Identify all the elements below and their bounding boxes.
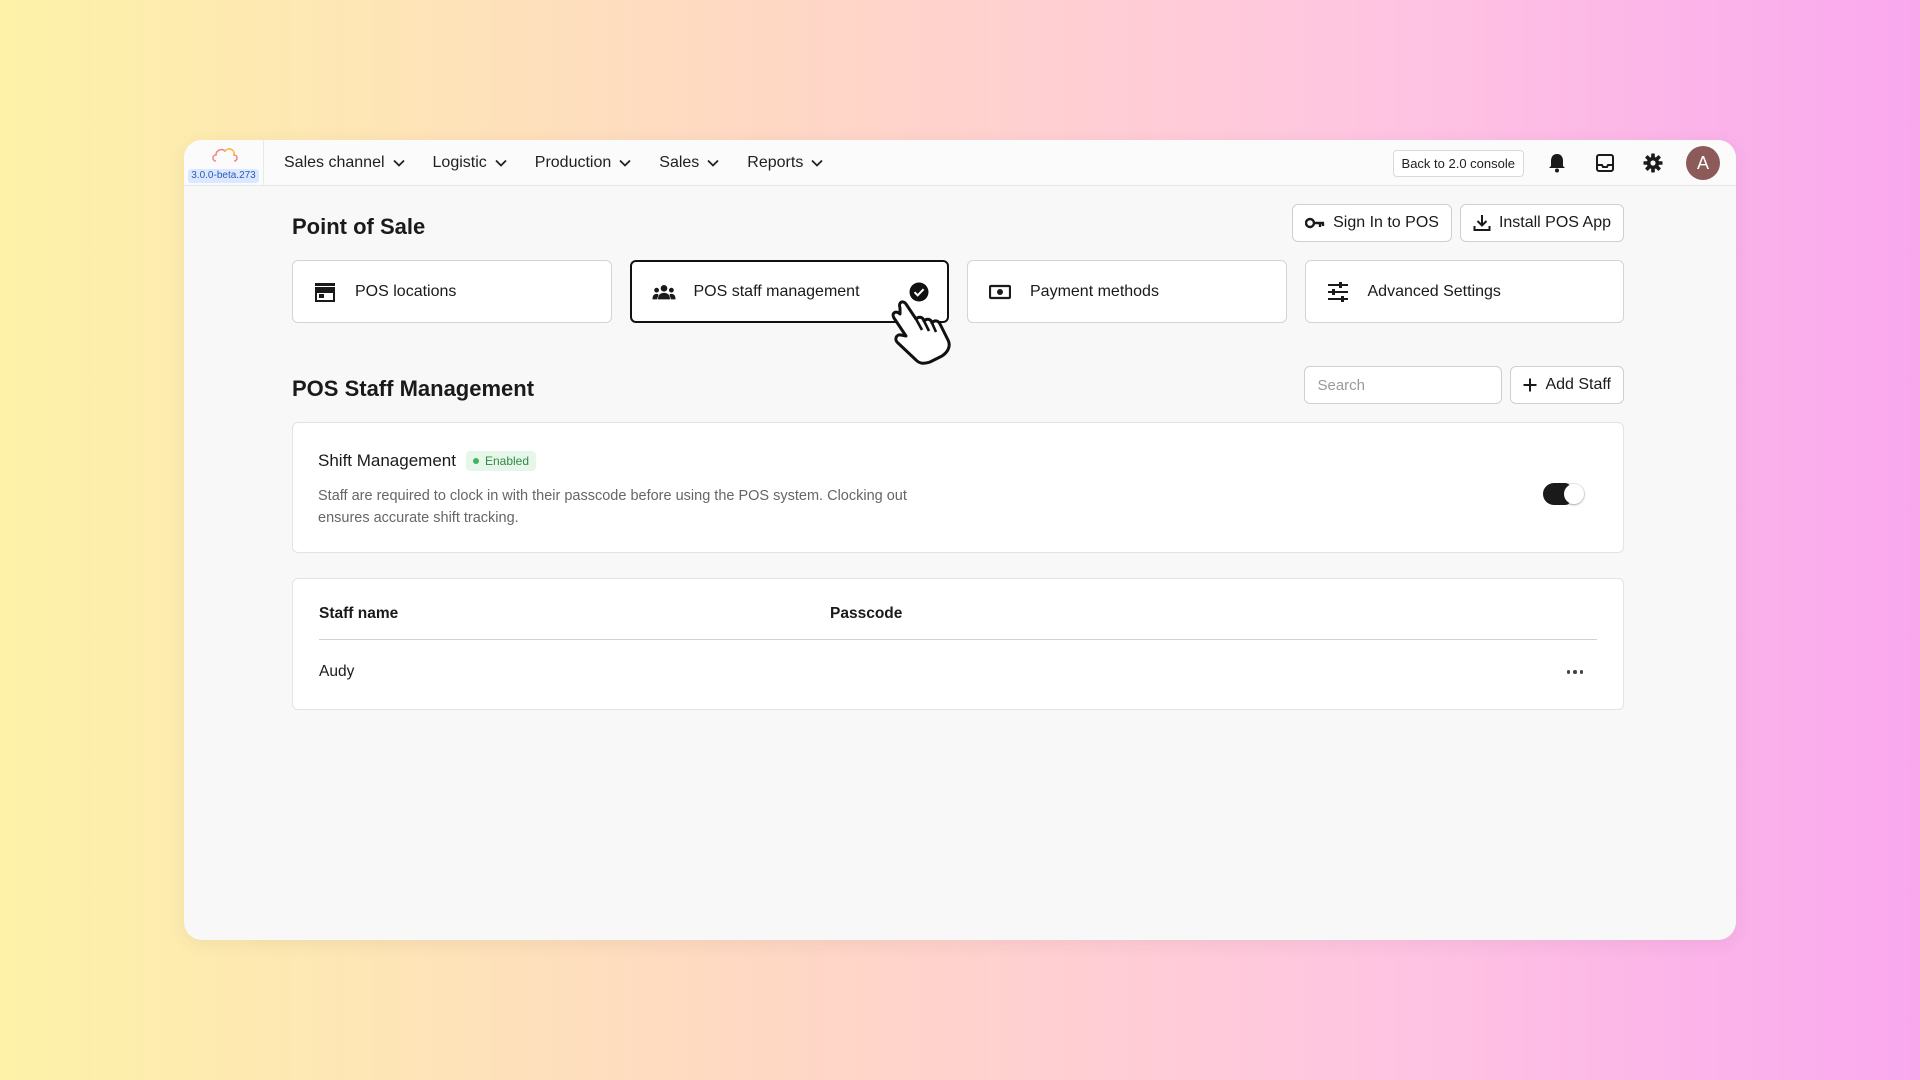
people-icon xyxy=(651,283,676,301)
header-divider xyxy=(319,639,1597,640)
status-badge: Enabled xyxy=(465,451,537,471)
app-logo[interactable]: 3.0.0-beta.273 xyxy=(184,140,264,186)
user-avatar[interactable]: A xyxy=(1686,146,1720,180)
cash-icon xyxy=(988,284,1012,300)
nav-sales-channel[interactable]: Sales channel xyxy=(284,154,405,172)
inbox-button[interactable] xyxy=(1590,148,1620,178)
main-nav: Sales channel Logistic Production Sales … xyxy=(284,154,851,172)
nav-label: Sales channel xyxy=(284,153,385,171)
pos-section-cards: POS locations POS staff management Payme… xyxy=(292,260,1624,323)
add-staff-button[interactable]: Add Staff xyxy=(1510,366,1624,404)
key-icon xyxy=(1305,217,1325,229)
nav-sales[interactable]: Sales xyxy=(659,154,719,172)
column-header-staff-name: Staff name xyxy=(319,605,399,622)
section-title: POS Staff Management xyxy=(292,376,535,401)
gear-icon xyxy=(1643,153,1663,173)
search-input[interactable] xyxy=(1304,366,1503,404)
page-actions: Sign In to POS Install POS App xyxy=(1292,204,1624,242)
shift-management-card: Shift Management Enabled Staff are requi… xyxy=(292,422,1624,553)
add-staff-label: Add Staff xyxy=(1545,376,1611,393)
notifications-button[interactable] xyxy=(1542,148,1572,178)
staff-table: Staff name Passcode Audy xyxy=(292,578,1624,710)
nav-label: Reports xyxy=(747,153,804,171)
back-to-console-button[interactable]: Back to 2.0 console xyxy=(1392,149,1524,177)
chevron-down-icon xyxy=(392,159,405,167)
card-payment-methods[interactable]: Payment methods xyxy=(967,260,1287,323)
chevron-down-icon xyxy=(811,159,823,167)
column-header-passcode: Passcode xyxy=(830,605,903,622)
inbox-icon xyxy=(1596,154,1614,172)
more-options-icon[interactable] xyxy=(1566,663,1583,681)
nav-label: Logistic xyxy=(432,153,487,171)
app-window: 3.0.0-beta.273 Sales channel Logistic Pr… xyxy=(184,140,1736,940)
cloud-logo-icon xyxy=(212,147,238,162)
toggle-knob xyxy=(1564,484,1584,504)
sign-in-pos-button[interactable]: Sign In to POS xyxy=(1292,204,1452,242)
staff-name-cell: Audy xyxy=(319,663,355,680)
sign-in-pos-label: Sign In to POS xyxy=(1333,214,1439,231)
page-title: Point of Sale xyxy=(292,214,426,239)
nav-label: Production xyxy=(534,153,612,171)
install-pos-app-label: Install POS App xyxy=(1498,214,1611,231)
card-label: Payment methods xyxy=(1030,282,1159,300)
download-icon xyxy=(1473,214,1491,232)
nav-reports[interactable]: Reports xyxy=(747,154,823,172)
shift-description: Staff are required to clock in with thei… xyxy=(318,488,907,526)
chevron-down-icon xyxy=(495,159,507,167)
card-advanced-settings[interactable]: Advanced Settings xyxy=(1304,260,1624,323)
version-badge: 3.0.0-beta.273 xyxy=(188,168,259,183)
card-pos-locations[interactable]: POS locations xyxy=(292,260,612,323)
top-navbar: 3.0.0-beta.273 Sales channel Logistic Pr… xyxy=(184,140,1736,186)
sliders-icon xyxy=(1326,281,1350,302)
card-label: POS staff management xyxy=(693,282,860,300)
nav-label: Sales xyxy=(659,153,700,171)
chevron-down-icon xyxy=(619,159,631,167)
nav-logistic[interactable]: Logistic xyxy=(433,154,507,172)
shift-management-toggle[interactable] xyxy=(1543,483,1585,505)
card-label: Advanced Settings xyxy=(1367,282,1501,300)
chevron-down-icon xyxy=(707,159,719,167)
plus-icon xyxy=(1523,378,1537,392)
shift-title-row: Shift Management Enabled xyxy=(318,451,537,471)
status-label: Enabled xyxy=(484,454,530,468)
staff-actions: Add Staff xyxy=(1304,366,1624,404)
install-pos-app-button[interactable]: Install POS App xyxy=(1459,204,1624,242)
card-label: POS locations xyxy=(355,282,457,300)
hand-pointer-cursor-icon xyxy=(891,300,951,365)
nav-production[interactable]: Production xyxy=(535,154,632,172)
shift-title: Shift Management xyxy=(318,451,456,470)
store-icon xyxy=(313,282,337,302)
bell-icon xyxy=(1549,154,1565,173)
topbar-actions: Back to 2.0 console A xyxy=(1392,140,1720,186)
settings-button[interactable] xyxy=(1638,148,1668,178)
status-dot-icon xyxy=(472,458,479,464)
